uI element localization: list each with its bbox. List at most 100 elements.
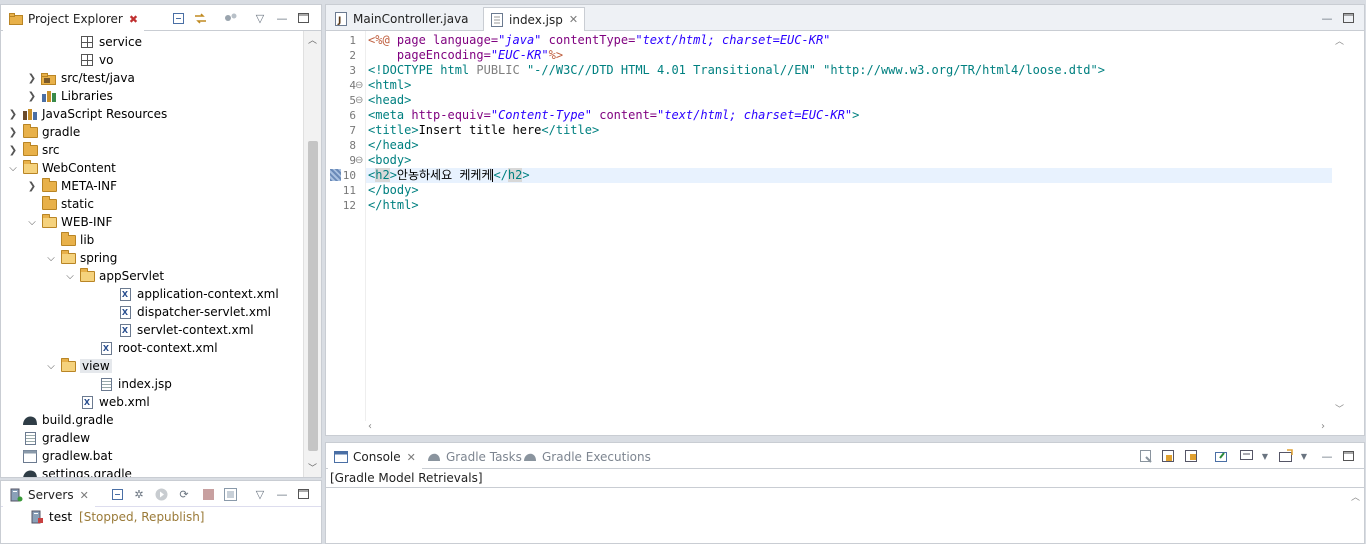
collapsed-arrow-icon[interactable]: ❯ <box>26 91 38 102</box>
tree-item[interactable]: Xapplication-context.xml <box>102 285 279 303</box>
server-entry[interactable]: test [Stopped, Republish] <box>29 508 204 526</box>
tree-item[interactable]: ⌵ view <box>45 357 112 375</box>
tree-item[interactable]: index.jsp <box>83 375 172 393</box>
tree-item-label: Libraries <box>61 89 113 103</box>
collapsed-arrow-icon[interactable]: ❯ <box>26 181 38 192</box>
tree-item[interactable]: vo <box>64 51 113 69</box>
maximize-icon[interactable] <box>1340 11 1356 25</box>
minimize-icon[interactable]: — <box>1319 11 1335 25</box>
tree-item[interactable]: Xdispatcher-servlet.xml <box>102 303 271 321</box>
console-scrollbar[interactable]: ︿ <box>1348 488 1364 543</box>
tab-gradle-executions[interactable]: Gradle Executions <box>517 445 657 469</box>
display-console-icon[interactable] <box>1239 449 1255 463</box>
scroll-up-icon[interactable]: ︿ <box>1351 490 1360 503</box>
code-token: <%@ <box>368 33 397 47</box>
tree-item[interactable]: gradlew <box>7 429 90 447</box>
fold-icon[interactable]: ⊖ <box>355 153 363 168</box>
tree-item[interactable]: ❯ META-INF <box>26 177 117 195</box>
debug-server-icon[interactable]: ✲ <box>131 487 147 501</box>
tree-item[interactable]: lib <box>45 231 94 249</box>
code-line: <html> <box>368 78 411 93</box>
scroll-right-icon[interactable]: › <box>1321 421 1325 432</box>
tree-item[interactable]: ⌵ WEB-INF <box>26 213 112 231</box>
tree-item[interactable]: ❯ gradle <box>7 123 80 141</box>
filters-icon[interactable] <box>223 11 239 25</box>
tree-item[interactable]: ❯ src/test/java <box>26 69 135 87</box>
tree-item[interactable]: gradlew.bat <box>7 447 112 465</box>
view-menu-icon[interactable]: ▽ <box>252 487 268 501</box>
tree-item[interactable]: service <box>64 33 142 51</box>
tab-project-explorer[interactable]: Project Explorer ✖ <box>3 7 145 31</box>
close-icon[interactable]: ✕ <box>80 489 89 502</box>
tab-gradle-tasks[interactable]: Gradle Tasks <box>421 445 528 469</box>
minimize-icon[interactable]: — <box>1319 449 1335 463</box>
view-menu-icon[interactable]: ▽ <box>252 11 268 25</box>
scroll-down-icon[interactable]: ﹀ <box>308 461 317 474</box>
tree-item[interactable]: static <box>26 195 94 213</box>
fold-icon[interactable]: ⊖ <box>355 93 363 108</box>
collapsed-arrow-icon[interactable]: ❯ <box>26 73 38 84</box>
collapsed-arrow-icon[interactable]: ❯ <box>7 145 19 156</box>
close-icon[interactable]: ✕ <box>569 13 578 26</box>
tree-scrollbar[interactable]: ︿ ﹀ <box>303 31 321 477</box>
folder-open-icon <box>79 267 95 283</box>
maximize-icon[interactable] <box>295 487 311 501</box>
maximize-icon[interactable] <box>295 11 311 25</box>
tab-console[interactable]: Console ✕ <box>328 445 422 469</box>
publish-icon[interactable] <box>222 487 238 501</box>
scroll-lock-icon[interactable] <box>1160 449 1176 463</box>
tree-item[interactable]: Xservlet-context.xml <box>102 321 254 339</box>
scroll-left-icon[interactable]: ‹ <box>368 421 372 432</box>
tree-item-label: lib <box>80 233 95 247</box>
link-with-editor-icon[interactable] <box>192 11 208 25</box>
fold-icon[interactable]: ⊖ <box>355 78 363 93</box>
collapsed-arrow-icon[interactable]: ❯ <box>7 109 19 120</box>
tree-scrollbar-thumb[interactable] <box>308 141 318 451</box>
close-icon[interactable]: ✕ <box>407 451 416 464</box>
scroll-up-icon[interactable]: ︿ <box>308 33 317 46</box>
editor-horizontal-scrollbar[interactable]: ‹ › <box>366 421 1332 435</box>
console-output[interactable] <box>326 488 1346 543</box>
scroll-up-icon[interactable]: ︿ <box>1335 34 1344 47</box>
expanded-arrow-icon[interactable]: ⌵ <box>26 217 38 228</box>
expanded-arrow-icon[interactable]: ⌵ <box>45 361 57 372</box>
expanded-arrow-icon[interactable]: ⌵ <box>45 253 57 264</box>
tree-item-label: gradlew.bat <box>42 449 113 463</box>
dropdown-icon[interactable]: ▼ <box>1296 449 1312 463</box>
open-console-icon[interactable] <box>1278 449 1294 463</box>
minimize-icon[interactable]: — <box>274 487 290 501</box>
tree-item[interactable]: ⌵ WebContent <box>7 159 116 177</box>
stop-server-icon[interactable] <box>200 487 216 501</box>
tree-item[interactable]: ⌵ appServlet <box>64 267 164 285</box>
tree-item[interactable]: ❯ src <box>7 141 60 159</box>
profile-server-icon[interactable]: ⟳ <box>176 487 192 501</box>
tree-item[interactable]: settings.gradle <box>7 465 132 477</box>
code-token: Insert title here <box>418 123 542 137</box>
tab-main-controller[interactable]: J MainController.java <box>328 7 475 31</box>
tree-item[interactable]: Xroot-context.xml <box>83 339 218 357</box>
close-icon[interactable]: ✖ <box>129 13 138 26</box>
collapse-icon[interactable] <box>109 487 125 501</box>
tab-index-jsp[interactable]: index.jsp ✕ <box>483 7 586 31</box>
bat-file-icon <box>22 449 38 463</box>
dropdown-icon[interactable]: ▼ <box>1257 449 1273 463</box>
scroll-down-icon[interactable]: ﹀ <box>1335 402 1344 415</box>
tab-servers[interactable]: Servers ✕ <box>3 483 95 507</box>
tree-item[interactable]: ❯ JavaScript Resources <box>7 105 167 123</box>
tree-item[interactable]: Xweb.xml <box>64 393 150 411</box>
collapsed-arrow-icon[interactable]: ❯ <box>7 127 19 138</box>
clear-console-icon[interactable] <box>1138 449 1154 463</box>
minimize-icon[interactable]: — <box>274 11 290 25</box>
start-server-icon[interactable] <box>153 487 169 501</box>
code-area[interactable]: 1 <%@ page language="java" contentType="t… <box>326 33 1336 421</box>
collapse-all-icon[interactable] <box>170 11 186 25</box>
expanded-arrow-icon[interactable]: ⌵ <box>64 271 76 282</box>
pin-console-icon[interactable] <box>1213 449 1229 463</box>
tree-item[interactable]: ❯ Libraries <box>26 87 113 105</box>
tree-item[interactable]: ⌵ spring <box>45 249 117 267</box>
word-wrap-icon[interactable] <box>1183 449 1199 463</box>
editor-vertical-scrollbar[interactable]: ︿ ﹀ <box>1332 31 1348 421</box>
expanded-arrow-icon[interactable]: ⌵ <box>7 163 19 174</box>
tree-item[interactable]: build.gradle <box>7 411 114 429</box>
maximize-icon[interactable] <box>1340 449 1356 463</box>
